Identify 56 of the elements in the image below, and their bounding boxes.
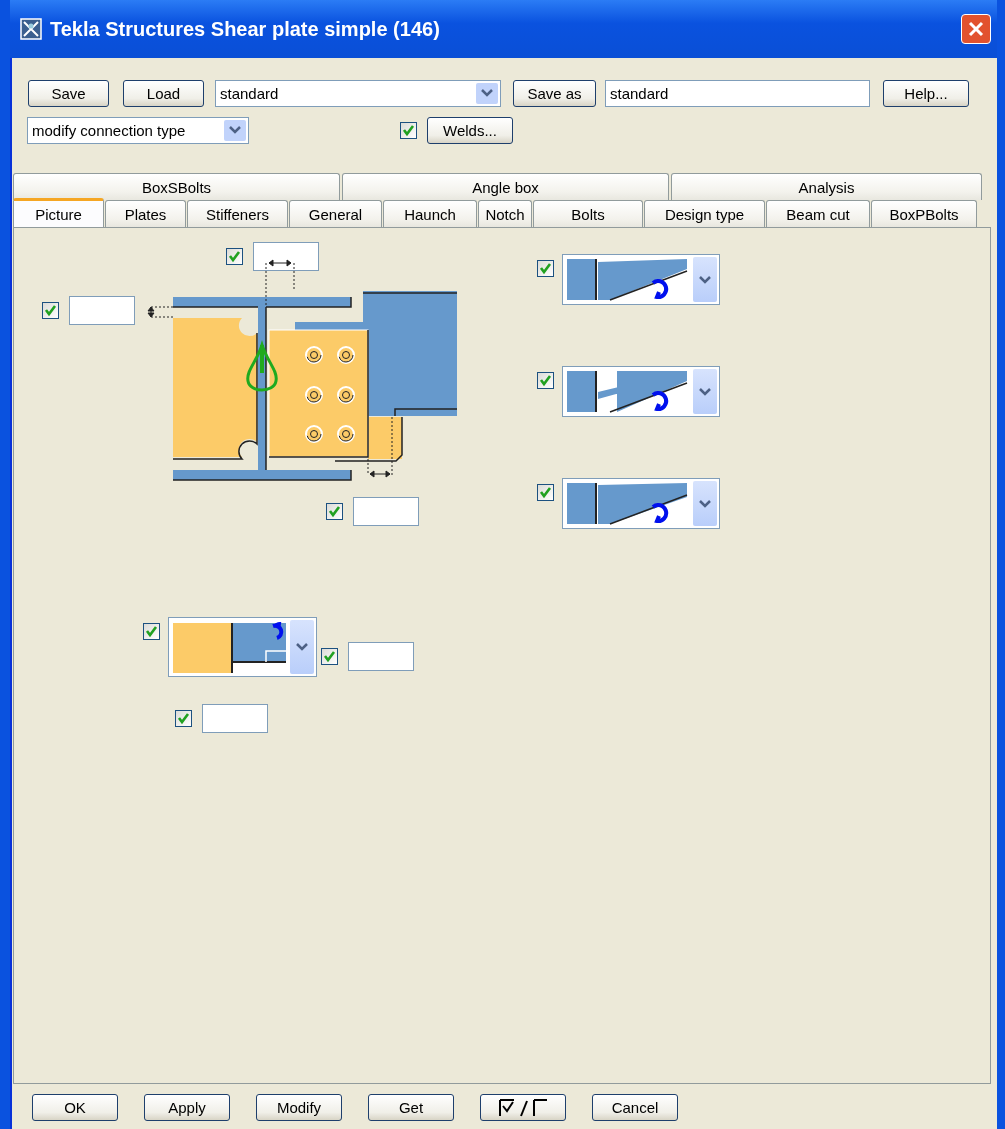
tab[interactable]: Design type: [644, 200, 765, 227]
toggle-all-button[interactable]: [480, 1094, 566, 1121]
checkbox[interactable]: [321, 648, 338, 665]
input-field[interactable]: [69, 296, 135, 325]
window-title: Tekla Structures Shear plate simple (146): [50, 17, 441, 41]
dialog-button[interactable]: OK: [32, 1094, 118, 1121]
tab[interactable]: Angle box: [342, 173, 669, 200]
welds-button[interactable]: Welds...: [427, 116, 513, 144]
caret-icon: [693, 257, 717, 302]
checkbox[interactable]: [326, 503, 343, 520]
tab[interactable]: General: [289, 200, 382, 227]
input-field[interactable]: [202, 704, 268, 733]
mode-dropdown[interactable]: modify connection type: [27, 116, 249, 144]
dialog-button[interactable]: Modify: [256, 1094, 342, 1121]
caret-icon: [693, 481, 717, 526]
checkbox[interactable]: [226, 248, 243, 265]
dialog-button[interactable]: Cancel: [592, 1094, 678, 1121]
tab[interactable]: BoxPBolts: [871, 200, 977, 227]
checkbox[interactable]: [143, 623, 160, 640]
caret-icon: [476, 82, 498, 104]
input-field[interactable]: [348, 642, 414, 671]
tab[interactable]: Plates: [105, 200, 186, 227]
corner-dropdown[interactable]: [168, 617, 317, 677]
tab[interactable]: Picture: [13, 198, 104, 227]
close-button[interactable]: [961, 14, 991, 44]
close-icon: [968, 21, 984, 37]
save-as-button[interactable]: Save as: [513, 79, 596, 107]
help-button[interactable]: Help...: [883, 79, 969, 107]
tab[interactable]: BoxSBolts: [13, 173, 340, 200]
save-button[interactable]: Save: [28, 79, 109, 107]
tab[interactable]: Bolts: [533, 200, 643, 227]
dialog-button[interactable]: Apply: [144, 1094, 230, 1121]
profile-dropdown[interactable]: [562, 254, 720, 305]
checkbox[interactable]: [537, 260, 554, 277]
tab[interactable]: Analysis: [671, 173, 982, 200]
caret-icon: [290, 620, 314, 674]
dialog-button[interactable]: Get: [368, 1094, 454, 1121]
caret-icon: [693, 369, 717, 414]
input-field[interactable]: [353, 497, 419, 526]
app-logo-icon: [20, 18, 42, 40]
checkbox[interactable]: [537, 372, 554, 389]
welds-checkbox[interactable]: [400, 121, 417, 139]
tab[interactable]: Beam cut: [766, 200, 870, 227]
profile-dropdown[interactable]: [562, 366, 720, 417]
input-field[interactable]: [253, 242, 319, 271]
checkbox[interactable]: [537, 484, 554, 501]
preset-dropdown[interactable]: standard: [215, 79, 501, 107]
caret-icon: [224, 119, 246, 141]
profile-dropdown[interactable]: [562, 478, 720, 529]
tab[interactable]: Stiffeners: [187, 200, 288, 227]
tab[interactable]: Haunch: [383, 200, 477, 227]
tab[interactable]: Notch: [478, 200, 532, 227]
save-as-name-field[interactable]: standard: [605, 79, 870, 107]
checkbox[interactable]: [175, 710, 192, 727]
checkbox[interactable]: [42, 302, 59, 319]
load-button[interactable]: Load: [123, 79, 204, 107]
